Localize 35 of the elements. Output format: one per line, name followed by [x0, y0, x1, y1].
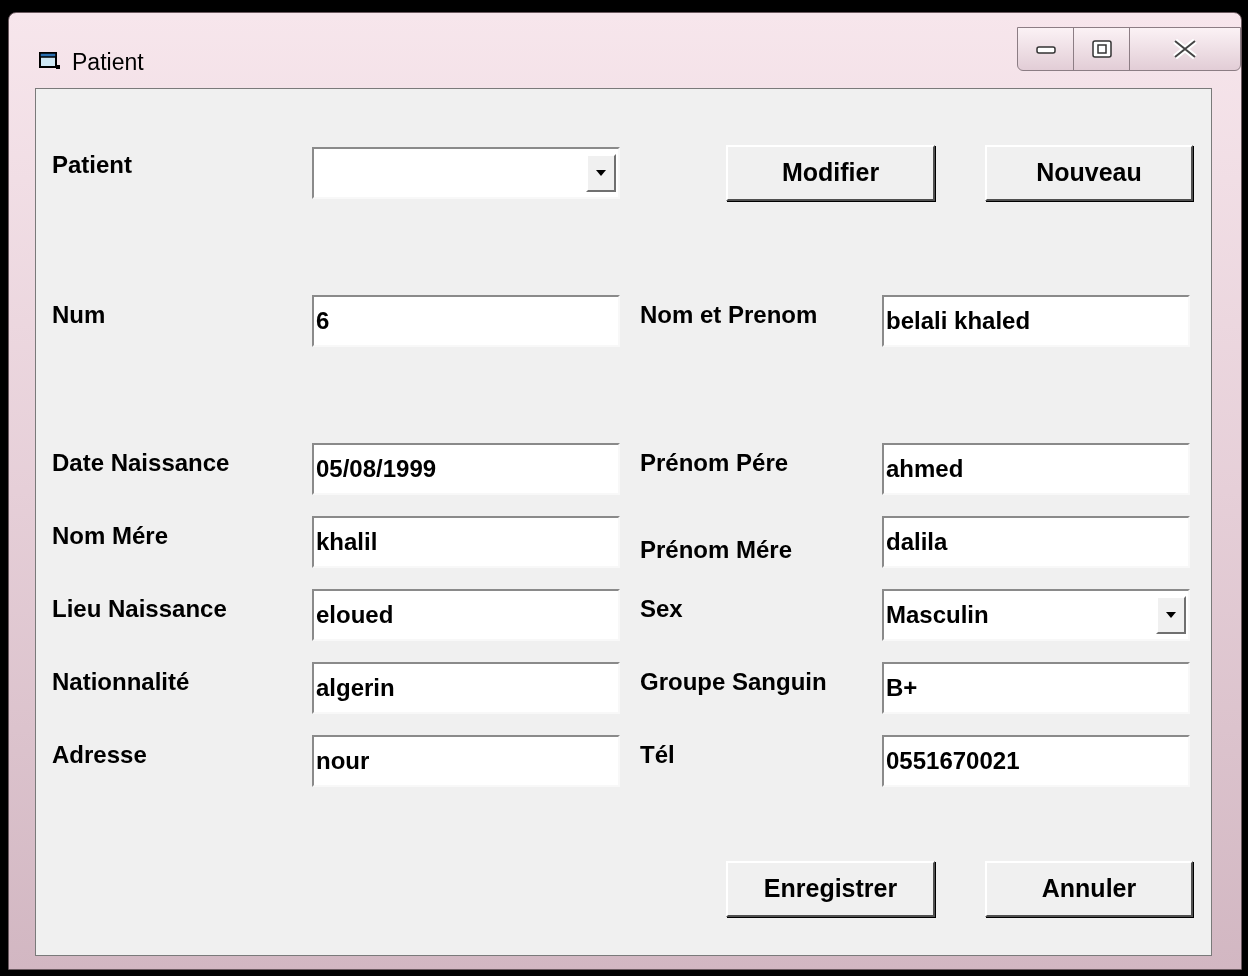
field-label: Adresse — [52, 740, 148, 770]
window-title: Patient — [72, 48, 144, 77]
maximize-icon — [1091, 40, 1112, 58]
field-label: Sex — [640, 594, 684, 624]
field-label: Nationnalité — [52, 667, 191, 697]
dropdown-field[interactable]: Masculin — [882, 589, 1190, 641]
field-label: Nom et Prenom — [640, 300, 819, 330]
action-button[interactable]: Nouveau — [985, 145, 1193, 201]
field-label: Date Naissance — [52, 448, 231, 478]
field-label: Num — [52, 300, 107, 330]
field-label: Nom Mére — [52, 521, 170, 551]
input-field[interactable]: ahmed — [882, 443, 1190, 495]
input-field[interactable]: nour — [312, 735, 620, 787]
dropdown-field[interactable] — [312, 147, 620, 199]
input-field[interactable]: belali khaled — [882, 295, 1190, 347]
minimize-icon — [1035, 44, 1056, 54]
action-button[interactable]: Enregistrer — [726, 861, 935, 917]
field-label: Lieu Naissance — [52, 594, 228, 624]
window-icon — [39, 50, 61, 70]
input-field[interactable]: B+ — [882, 662, 1190, 714]
action-button[interactable]: Modifier — [726, 145, 935, 201]
input-field[interactable]: dalila — [882, 516, 1190, 568]
field-label: Groupe Sanguin — [640, 667, 828, 697]
input-field[interactable]: eloued — [312, 589, 620, 641]
input-field[interactable]: khalil — [312, 516, 620, 568]
input-field[interactable]: 6 — [312, 295, 620, 347]
input-field[interactable]: 05/08/1999 — [312, 443, 620, 495]
field-label: Prénom Mére — [640, 535, 794, 565]
input-field[interactable]: 0551670021 — [882, 735, 1190, 787]
action-button[interactable]: Annuler — [985, 861, 1193, 917]
field-label: Patient — [52, 150, 133, 180]
input-field[interactable]: algerin — [312, 662, 620, 714]
close-icon — [1172, 39, 1198, 59]
field-label: Tél — [640, 740, 676, 770]
field-label: Prénom Pére — [640, 448, 790, 478]
